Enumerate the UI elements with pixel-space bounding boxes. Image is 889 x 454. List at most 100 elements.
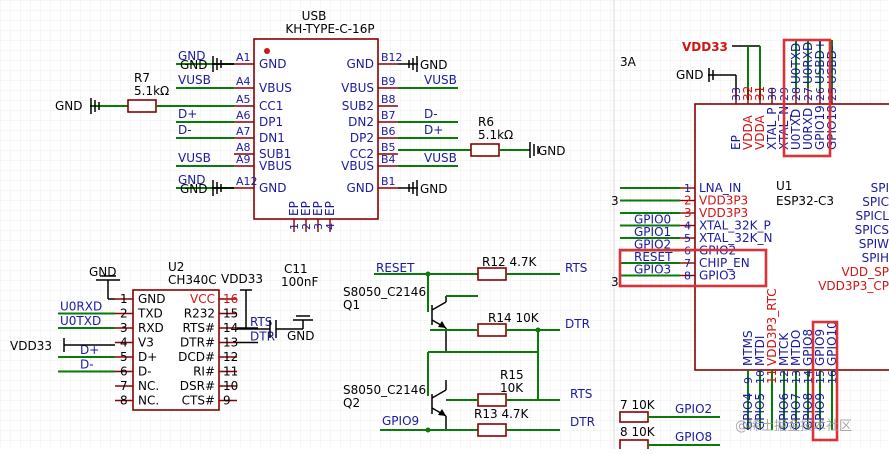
- vdd33-label: VDD33: [221, 272, 263, 286]
- esp-left-pin-number: 7: [684, 257, 691, 270]
- usb-pin-name: DP2: [350, 131, 374, 145]
- esp-right-pin-name: SPI: [871, 181, 889, 195]
- esp-left-pin-number: 5: [684, 232, 691, 245]
- usb-pin-name: VBUS: [259, 159, 292, 173]
- usb-net-label: VUSB: [424, 73, 457, 87]
- usb-pin-number: A6: [236, 109, 251, 122]
- usb-ep-pins: EP1EP2EP3EP4: [287, 201, 337, 232]
- u2-part: CH340C: [168, 273, 217, 287]
- esp-right-pin-name: SPICS: [855, 223, 889, 237]
- usb-pin-name: DN2: [348, 115, 374, 129]
- pullup-7-net: GPIO2: [675, 402, 712, 416]
- usb-pin-name: DP1: [259, 115, 283, 129]
- ch340c-pin-name: GND: [138, 292, 166, 306]
- esp-left-pin-name: GPIO3: [699, 269, 736, 283]
- ch340c-net-label: RTS: [250, 315, 272, 329]
- ch340c-pin-number: 14: [223, 321, 238, 335]
- q2-model: S8050_C2146: [343, 383, 426, 397]
- ch340c-pin-name: DCD#: [178, 350, 215, 364]
- ch340c-pin-number: 6: [120, 365, 128, 379]
- ch340c-pin-name: NC.: [138, 379, 159, 393]
- ch340c-pin-name: RTS#: [183, 321, 215, 335]
- usb-pin-name: GND: [259, 181, 287, 195]
- c11-ref: C11: [284, 262, 308, 276]
- esp-ref: U1: [776, 179, 792, 193]
- partial-left-3b: 3: [611, 275, 619, 289]
- ch340c-pin-number: 1: [120, 292, 128, 306]
- ch340c-pin-number: 9: [223, 394, 231, 408]
- usb-title: USB: [302, 9, 327, 23]
- esp-gnd: GND: [676, 68, 704, 82]
- esp-left-net-label: GPIO3: [634, 263, 671, 277]
- esp-right-pin-name: VDD_SP: [841, 265, 889, 279]
- ch340c-pin-number: 13: [223, 336, 238, 350]
- r6-ref: R6: [478, 115, 494, 129]
- usb-pin-number: A12: [236, 175, 258, 188]
- esp-left-pin-number: 4: [684, 220, 691, 233]
- usb-pin-number: A5: [236, 93, 251, 106]
- usb-pin-name: VBUS: [341, 81, 374, 95]
- r15-value: 10K: [500, 381, 524, 395]
- ch340c-pin-name: DTR#: [180, 336, 215, 350]
- esp-right-pin-name: SPIC: [862, 195, 889, 209]
- usb-pin-number: A1: [236, 51, 251, 64]
- ch340c-pin-name: RXD: [138, 321, 164, 335]
- schematic-canvas: USB KH-TYPE-C-16P A1 GND GND A4 VBUS VUSB A5 CC…: [0, 0, 889, 451]
- ch340c-net-label: DTR: [250, 330, 275, 344]
- u2-ref: U2: [168, 260, 184, 274]
- partial-ref: 3A: [620, 55, 637, 69]
- ch340c-net-label: D-: [80, 358, 94, 372]
- usb-pin-name: VBUS: [341, 159, 374, 173]
- ch340c-pin-number: 15: [223, 307, 238, 321]
- vdd33-label: VDD33: [10, 339, 52, 353]
- esp-left-pin-number: 8: [684, 270, 691, 283]
- q1-ref: Q1: [343, 298, 360, 312]
- r7-body: [127, 99, 157, 113]
- pullup-8-net: GPIO8: [675, 430, 712, 444]
- usb-ep-number: 4: [324, 223, 337, 230]
- usb-pin-name: DN1: [259, 131, 285, 145]
- usb-pin-name: CC1: [259, 99, 283, 113]
- gnd-label: GND: [420, 182, 448, 196]
- ch340c-pin-number: 10: [223, 379, 238, 393]
- gnd-label: GND: [420, 58, 448, 72]
- r12-body: [477, 267, 507, 281]
- ch340c-pin-number: 2: [120, 307, 128, 321]
- usb-ep-label: EP: [323, 201, 337, 216]
- ch340c-pin-number: 11: [223, 365, 238, 379]
- usb-pin-number: B7: [381, 109, 396, 122]
- partial-left-3a: 3: [611, 194, 619, 208]
- r6-value: 5.1kΩ: [478, 128, 513, 142]
- ch340c-pin-name: VCC: [190, 292, 215, 306]
- ch340c-pin-name: NC.: [138, 394, 159, 408]
- usb-pin-number: B8: [381, 93, 396, 106]
- ch340c-pin-name: CTS#: [182, 394, 215, 408]
- usb-pin-name: VBUS: [259, 81, 292, 95]
- ch340c-pin-number: 3: [120, 321, 128, 335]
- gnd-label: GND: [180, 182, 208, 196]
- r15-body: [477, 393, 507, 407]
- usb-net-label: D+: [178, 107, 197, 121]
- gnd-label: GND: [89, 265, 117, 279]
- usb-pin-number: B6: [381, 125, 396, 138]
- esp-top-pin-number: 31: [753, 86, 767, 101]
- r15-ref: R15: [500, 368, 524, 382]
- usb-net-label: D-: [178, 123, 192, 137]
- esp-top-pin-number: 25: [826, 87, 839, 101]
- usb-net-label: VUSB: [424, 151, 457, 165]
- pullup-8-label: 8 10K: [620, 425, 656, 439]
- ch340c-pin-name: R232: [184, 307, 215, 321]
- r14-label: R14 10K: [488, 311, 540, 325]
- usb-pin-number: B12: [381, 51, 403, 64]
- usb-pin-number: A9: [236, 153, 251, 166]
- usb-pin-number: B4: [381, 153, 396, 166]
- ch340c-pin-number: 16: [223, 292, 238, 306]
- usb-part-number: KH-TYPE-C-16P: [285, 22, 374, 36]
- r13-body: [477, 423, 507, 437]
- gnd-label: GND: [538, 144, 566, 158]
- usb-net-label: VUSB: [178, 73, 211, 87]
- esp-right-pin-name: SPICL: [856, 209, 889, 223]
- reset-net: RESET: [376, 261, 415, 275]
- ch340c-pin-name: DSR#: [180, 379, 215, 393]
- usb-pin-name: SUB2: [342, 99, 374, 113]
